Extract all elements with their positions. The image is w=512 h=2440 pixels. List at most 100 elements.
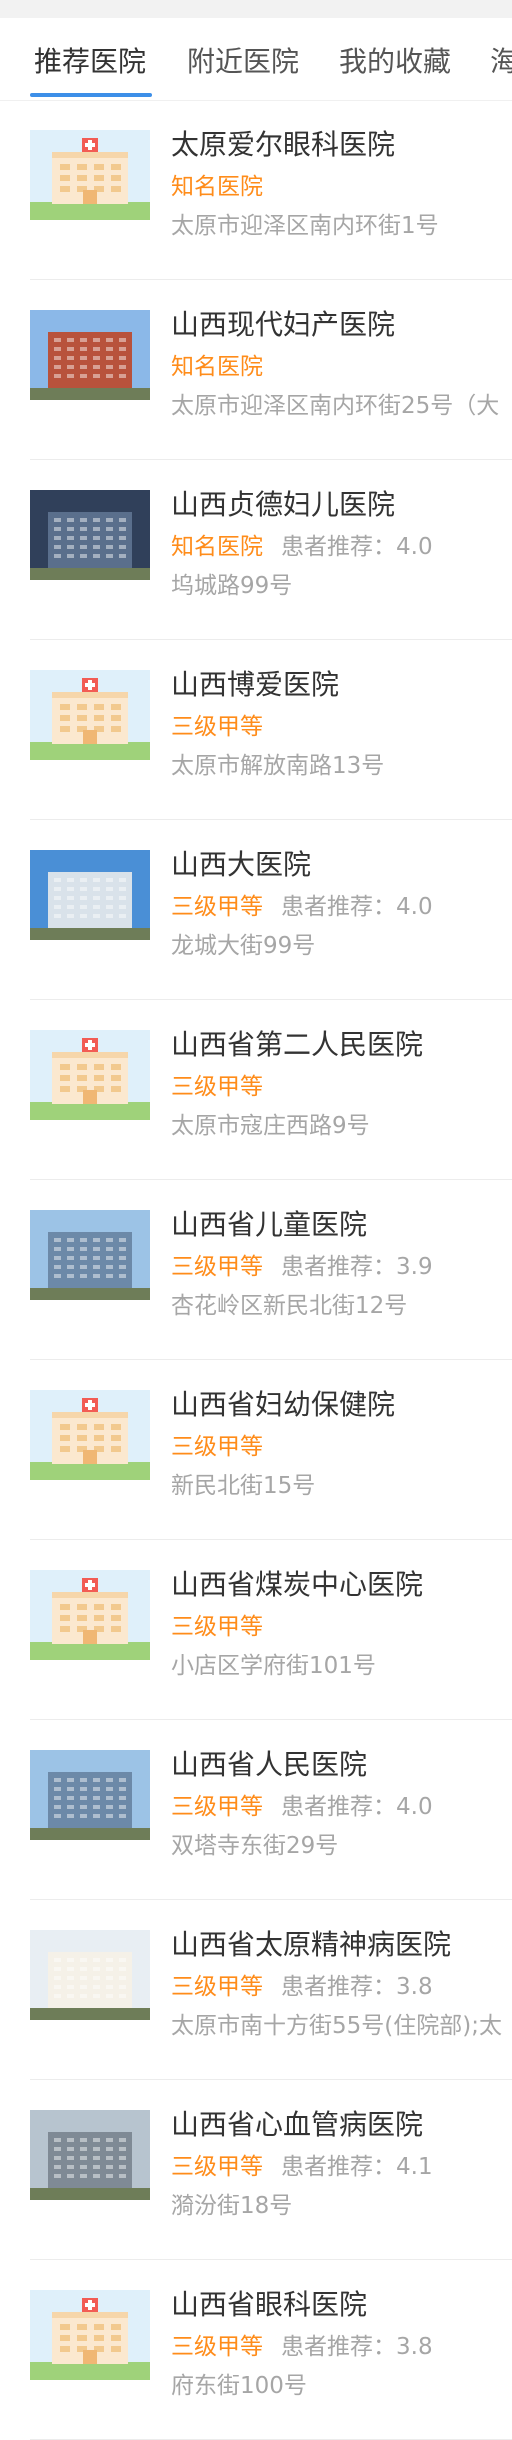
hospital-name: 山西现代妇产医院 — [171, 308, 396, 341]
hospital-level-badge: 三级甲等 — [171, 2154, 263, 2180]
hospital-photo — [30, 2110, 150, 2200]
hospital-photo — [30, 1210, 150, 1300]
hospital-meta: 知名医院 — [171, 167, 263, 201]
hospital-name: 山西省妇幼保健院 — [171, 1388, 396, 1421]
hospital-meta: 三级甲等 患者推荐：4.1 — [171, 2147, 433, 2181]
hospital-name: 太原爱尔眼科医院 — [171, 128, 396, 161]
hospital-photo — [30, 1930, 150, 2020]
hospital-address: 坞城路99号 — [171, 573, 293, 599]
hospital-name: 山西大医院 — [171, 848, 312, 881]
hospital-meta: 三级甲等 患者推荐：3.9 — [171, 1247, 433, 1281]
hospital-name: 山西省眼科医院 — [171, 2288, 368, 2321]
hospital-level-badge: 三级甲等 — [171, 1794, 263, 1820]
rating-value: 3.9 — [396, 1254, 433, 1280]
tab-favorites[interactable]: 我的收藏 — [339, 42, 451, 82]
hospital-meta: 三级甲等 — [171, 1427, 263, 1461]
hospital-list-item[interactable]: 山西省第二人民医院三级甲等太原市寇庄西路9号 — [30, 1000, 512, 1180]
hospital-list-item[interactable]: 山西大医院 三级甲等 患者推荐：4.0 龙城大街99号 — [30, 820, 512, 1000]
hospital-default-icon — [30, 2290, 150, 2380]
hospital-rating: 患者推荐：3.8 — [281, 1974, 433, 2000]
hospital-level-badge: 三级甲等 — [171, 1614, 263, 1640]
hospital-list-item[interactable]: 山西省人民医院 三级甲等 患者推荐：4.0 双塔寺东街29号 — [30, 1720, 512, 1900]
status-bar — [0, 0, 512, 18]
rating-label: 患者推荐： — [281, 894, 396, 920]
hospital-level-badge: 三级甲等 — [171, 1074, 263, 1100]
hospital-list-item[interactable]: 山西博爱医院 三级甲等太原市解放南路13号 — [30, 640, 512, 820]
hospital-meta: 三级甲等 — [171, 1607, 263, 1641]
hospital-meta: 三级甲等 患者推荐：3.8 — [171, 2327, 433, 2361]
hospital-rating: 患者推荐：4.0 — [281, 534, 433, 560]
hospital-address: 太原市解放南路13号 — [171, 753, 385, 779]
rating-label: 患者推荐： — [281, 534, 396, 560]
rating-value: 4.0 — [396, 1794, 433, 1820]
hospital-level-badge: 三级甲等 — [171, 1434, 263, 1460]
hospital-list: 太原爱尔眼科医院 知名医院 太原市迎泽区南内环街1号 山西现代妇产医院 知名医院 太原市迎… — [0, 100, 512, 2440]
hospital-address: 太原市迎泽区南内环街25号（大 — [171, 393, 500, 419]
hospital-photo — [30, 490, 150, 580]
hospital-name: 山西博爱医院 — [171, 668, 340, 701]
tab-active-indicator — [30, 93, 152, 97]
hospital-list-item[interactable]: 山西贞德妇儿医院知名医院 患者推荐：4.0 坞城路99号 — [30, 460, 512, 640]
hospital-name: 山西省第二人民医院 — [171, 1028, 424, 1061]
hospital-default-icon — [30, 670, 150, 760]
hospital-name: 山西贞德妇儿医院 — [171, 488, 396, 521]
rating-label: 患者推荐： — [281, 2334, 396, 2360]
hospital-list-item[interactable]: 山西省煤炭中心医院三级甲等小店区学府街101号 — [30, 1540, 512, 1720]
hospital-name: 山西省儿童医院 — [171, 1208, 368, 1241]
rating-value: 4.0 — [396, 534, 433, 560]
hospital-photo — [30, 850, 150, 940]
rating-label: 患者推荐： — [281, 1974, 396, 2000]
hospital-level-badge: 知名医院 — [171, 534, 263, 560]
hospital-list-item[interactable]: 山西现代妇产医院知名医院太原市迎泽区南内环街25号（大 — [30, 280, 512, 460]
hospital-photo — [30, 310, 150, 400]
hospital-address: 太原市寇庄西路9号 — [171, 1113, 370, 1139]
tab-recommended[interactable]: 推荐医院 — [34, 42, 146, 82]
hospital-name: 山西省煤炭中心医院 — [171, 1568, 424, 1601]
hospital-rating: 患者推荐：3.8 — [281, 2334, 433, 2360]
hospital-list-item[interactable]: 山西省儿童医院 三级甲等 患者推荐：3.9 杏花岭区新民北街12号 — [30, 1180, 512, 1360]
hospital-address: 府东街100号 — [171, 2373, 307, 2399]
rating-value: 3.8 — [396, 1974, 433, 2000]
hospital-meta: 三级甲等 — [171, 1067, 263, 1101]
hospital-address: 太原市迎泽区南内环街1号 — [171, 213, 439, 239]
hospital-level-badge: 三级甲等 — [171, 2334, 263, 2360]
hospital-meta: 三级甲等 患者推荐：4.0 — [171, 1787, 433, 1821]
hospital-photo — [30, 1750, 150, 1840]
hospital-default-icon — [30, 1570, 150, 1660]
hospital-list-item[interactable]: 太原爱尔眼科医院知名医院太原市迎泽区南内环街1号 — [30, 100, 512, 280]
hospital-name: 山西省心血管病医院 — [171, 2108, 424, 2141]
hospital-address: 龙城大街99号 — [171, 933, 316, 959]
rating-label: 患者推荐： — [281, 1254, 396, 1280]
hospital-meta: 知名医院 — [171, 347, 263, 381]
hospital-list-item[interactable]: 山西省太原精神病医院 三级甲等 患者推荐：3.8 太原市南十方街55号(住院部);太 — [30, 1900, 512, 2080]
hospital-default-icon — [30, 1390, 150, 1480]
hospital-list-item[interactable]: 山西省心血管病医院 三级甲等 患者推荐：4.1 漪汾街18号 — [30, 2080, 512, 2260]
rating-label: 患者推荐： — [281, 1794, 396, 1820]
hospital-meta: 三级甲等 患者推荐：3.8 — [171, 1967, 433, 2001]
hospital-rating: 患者推荐：3.9 — [281, 1254, 433, 1280]
hospital-address: 漪汾街18号 — [171, 2193, 293, 2219]
hospital-rating: 患者推荐：4.0 — [281, 894, 433, 920]
hospital-list-item[interactable]: 山西省妇幼保健院三级甲等新民北街15号 — [30, 1360, 512, 1540]
tab-overseas[interactable]: 海 — [490, 42, 512, 82]
hospital-level-badge: 知名医院 — [171, 354, 263, 380]
hospital-rating: 患者推荐：4.0 — [281, 1794, 433, 1820]
hospital-name: 山西省太原精神病医院 — [171, 1928, 452, 1961]
hospital-list-item[interactable]: 山西省眼科医院三级甲等 患者推荐：3.8 府东街100号 — [30, 2260, 512, 2440]
hospital-address: 小店区学府街101号 — [171, 1653, 376, 1679]
hospital-level-badge: 三级甲等 — [171, 1254, 263, 1280]
tab-bar: 推荐医院 附近医院 我的收藏 海 — [0, 18, 512, 101]
tab-nearby[interactable]: 附近医院 — [187, 42, 299, 82]
hospital-level-badge: 三级甲等 — [171, 1974, 263, 2000]
rating-label: 患者推荐： — [281, 2154, 396, 2180]
hospital-address: 太原市南十方街55号(住院部);太 — [171, 2013, 502, 2039]
hospital-level-badge: 知名医院 — [171, 174, 263, 200]
hospital-address: 双塔寺东街29号 — [171, 1833, 339, 1859]
rating-value: 4.1 — [396, 2154, 433, 2180]
hospital-meta: 知名医院 患者推荐：4.0 — [171, 527, 433, 561]
hospital-default-icon — [30, 1030, 150, 1120]
hospital-meta: 三级甲等 — [171, 707, 263, 741]
rating-value: 4.0 — [396, 894, 433, 920]
hospital-rating: 患者推荐：4.1 — [281, 2154, 433, 2180]
hospital-address: 新民北街15号 — [171, 1473, 316, 1499]
